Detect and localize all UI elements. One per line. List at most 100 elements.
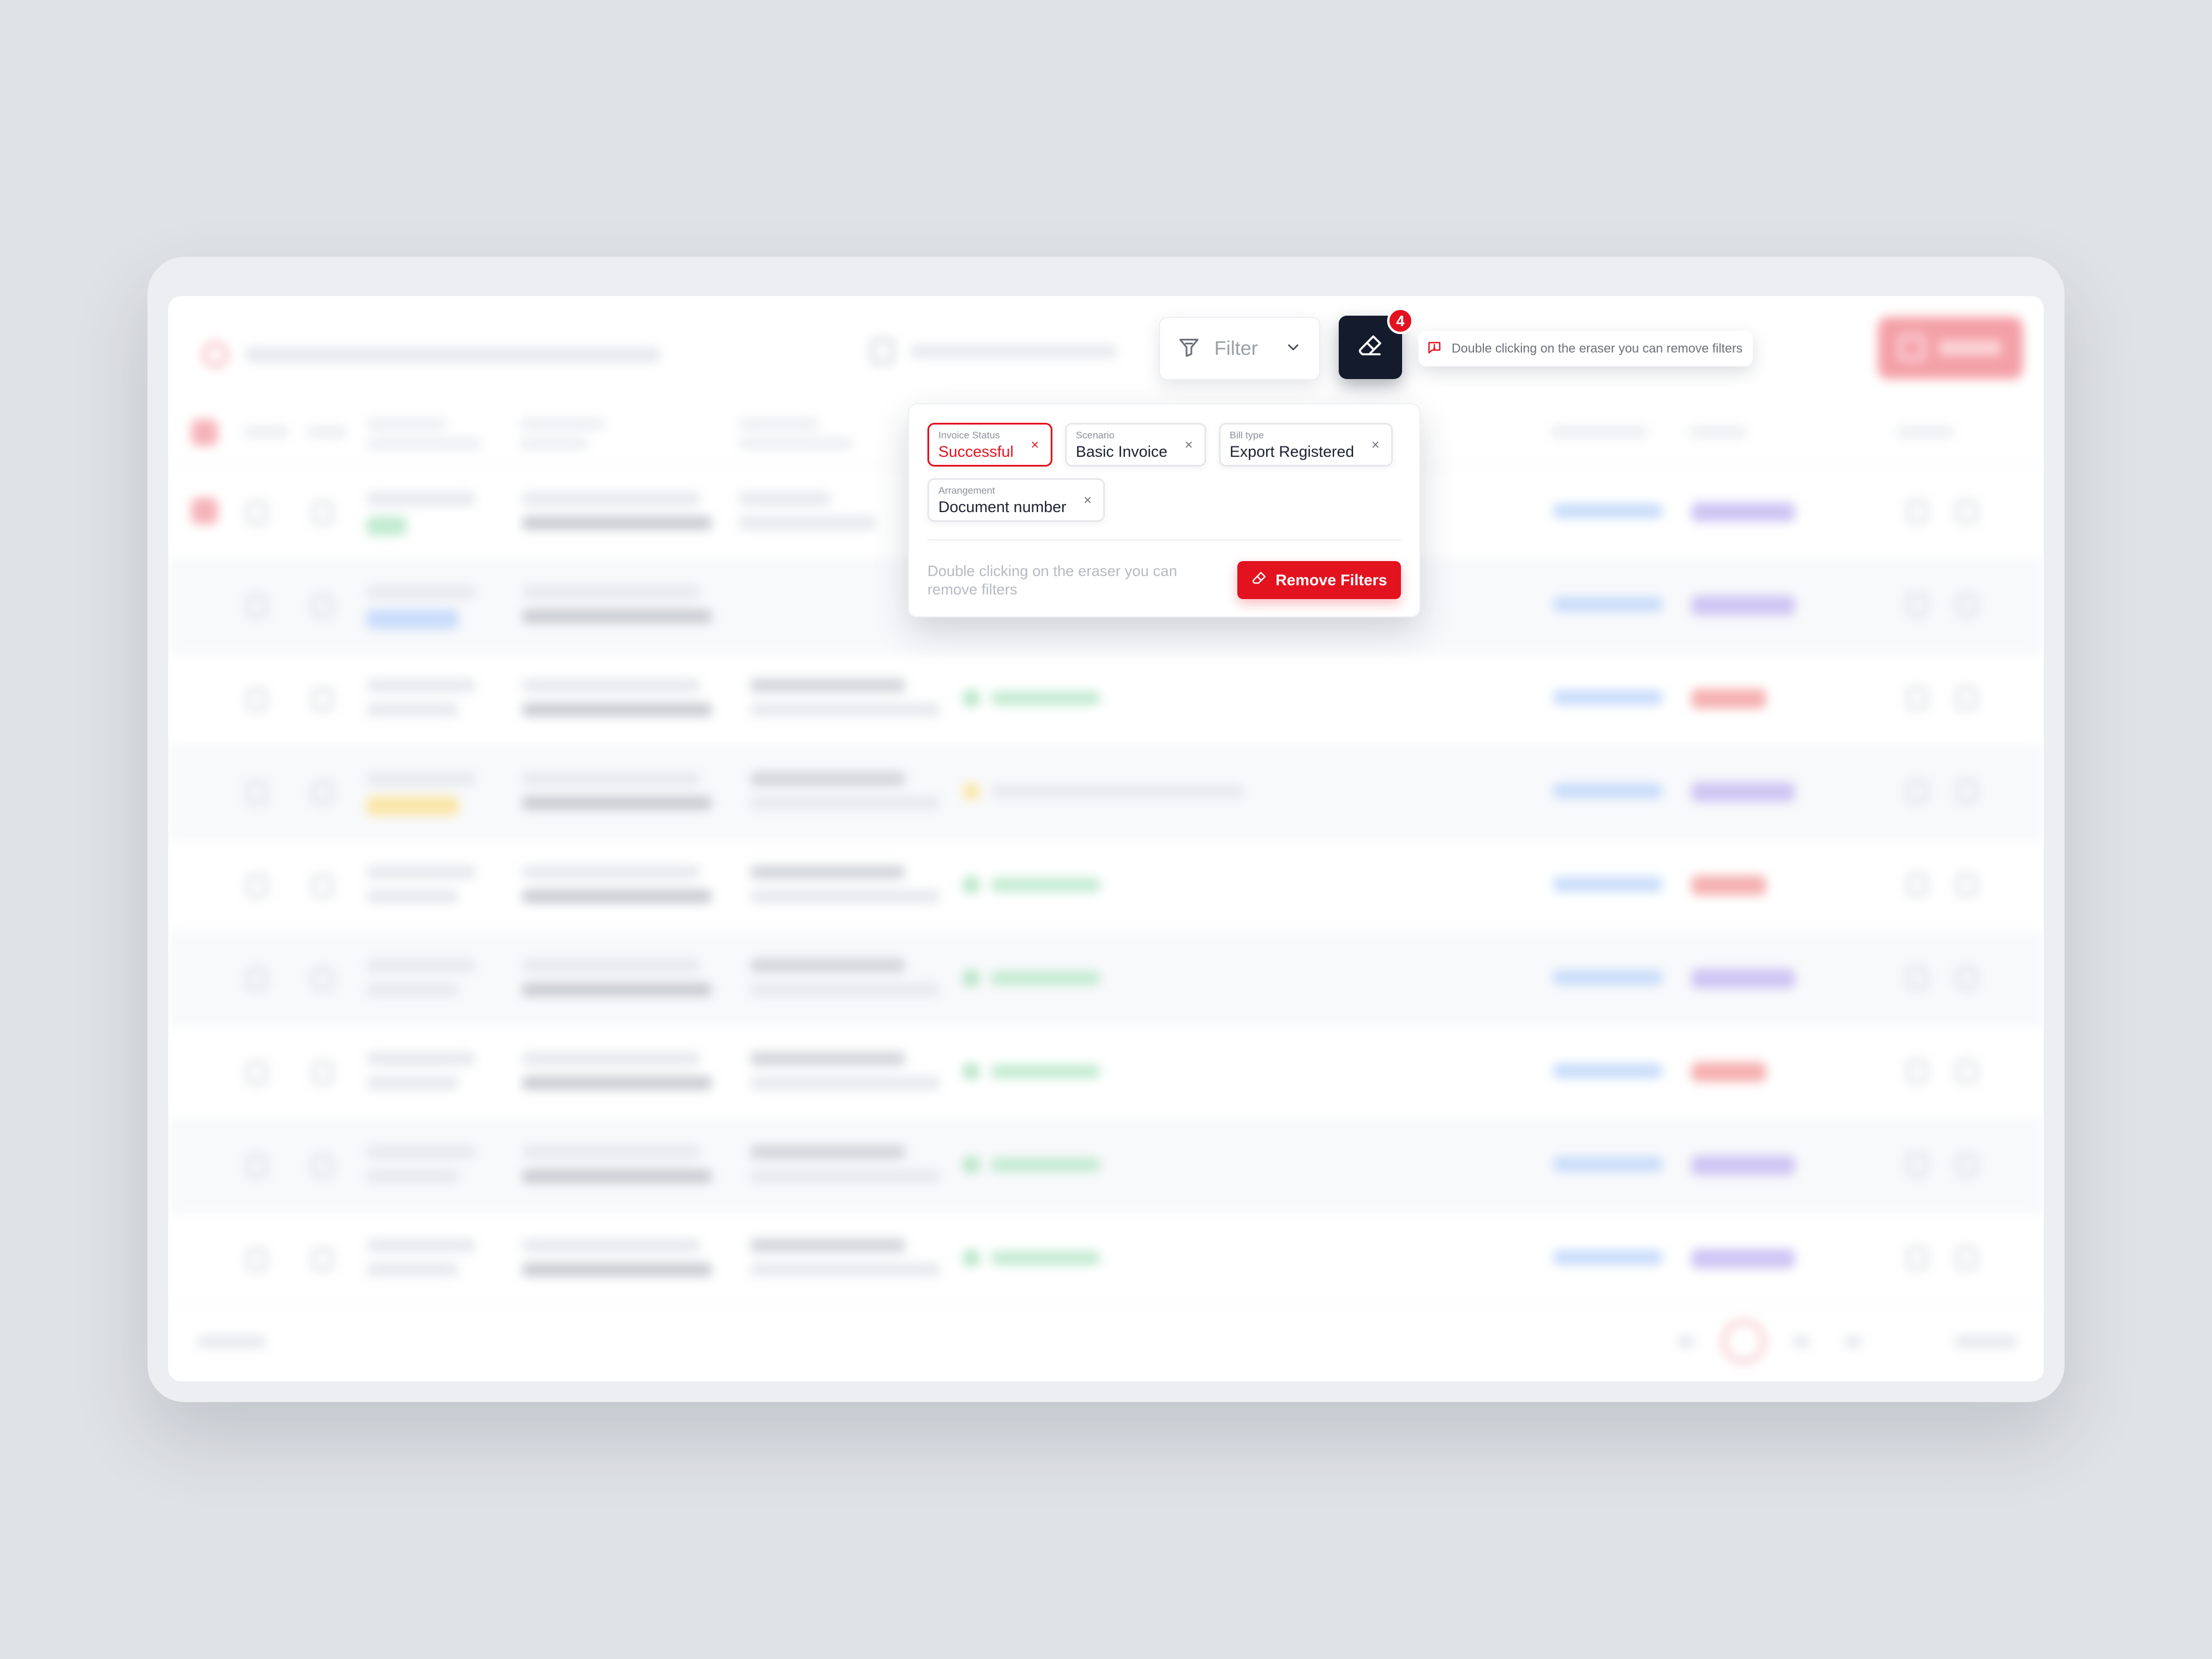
header-bar xyxy=(1896,426,1954,438)
filter-popover: Invoice Status Successful × Scenario Bas… xyxy=(908,403,1421,618)
cell-bar xyxy=(750,1076,940,1090)
action-icon xyxy=(1907,500,1927,523)
cell-bar xyxy=(522,585,700,599)
status-pill xyxy=(991,1065,1100,1078)
header-bar xyxy=(1551,426,1649,438)
chip-caption: Bill type xyxy=(1229,430,1264,441)
cell-bar xyxy=(522,1238,700,1252)
chip-value: Basic Invoice xyxy=(1075,443,1168,460)
cell-bar xyxy=(522,1145,700,1159)
doc-icon xyxy=(247,688,267,711)
chevron-down-icon xyxy=(1285,339,1302,359)
link-pill xyxy=(1553,783,1662,798)
action-icon xyxy=(1956,500,1977,523)
cell-bar xyxy=(522,1263,712,1277)
header-bar xyxy=(1689,426,1747,438)
type-pill xyxy=(1691,969,1795,988)
type-pill xyxy=(1691,1062,1766,1082)
link-pill xyxy=(1553,1250,1662,1265)
cell-bar xyxy=(522,983,712,997)
action-icon xyxy=(1956,967,1977,990)
cell-bar xyxy=(738,516,877,530)
action-icon xyxy=(1907,1153,1927,1176)
file-icon xyxy=(312,781,333,804)
cell-bar xyxy=(750,1145,906,1159)
link-pill xyxy=(1553,503,1662,518)
action-icon xyxy=(1956,873,1977,896)
table-row xyxy=(168,653,2044,747)
chip-value: Document number xyxy=(938,498,1067,516)
status-pill xyxy=(991,878,1100,892)
close-icon[interactable]: × xyxy=(1031,438,1039,452)
filter-chip-bill-type[interactable]: Bill type Export Registered × xyxy=(1218,423,1393,467)
file-icon xyxy=(312,1154,333,1177)
remove-filters-button[interactable]: Remove Filters xyxy=(1237,561,1401,599)
action-icon xyxy=(1907,1247,1927,1270)
cell-bar xyxy=(522,796,712,810)
cell-bar xyxy=(522,1052,700,1066)
export-label-bar xyxy=(1938,340,2002,355)
cell-bar xyxy=(366,983,459,997)
cell-bar xyxy=(366,1169,459,1183)
action-icon xyxy=(1907,780,1927,803)
action-icon xyxy=(1907,1060,1927,1083)
action-icon xyxy=(1956,593,1977,616)
file-icon xyxy=(312,594,333,618)
cell-bar xyxy=(522,1076,712,1090)
action-icon xyxy=(1956,687,1977,710)
chip-value: Successful xyxy=(938,443,1014,460)
link-pill xyxy=(1553,1063,1662,1078)
type-pill xyxy=(1691,689,1766,709)
cell-bar xyxy=(750,1052,906,1066)
file-icon xyxy=(312,1061,333,1084)
status-pill xyxy=(366,609,459,629)
date-range-bar xyxy=(910,344,1118,358)
cell-bar xyxy=(750,1238,906,1252)
status-pill xyxy=(366,516,407,536)
cell-bar xyxy=(750,772,906,786)
status-pill xyxy=(991,691,1100,705)
doc-icon xyxy=(247,1154,267,1177)
filter-funnel-icon xyxy=(1177,336,1200,362)
link-pill xyxy=(1553,690,1662,705)
doc-icon xyxy=(247,968,267,991)
eraser-icon xyxy=(1357,332,1384,363)
action-icon xyxy=(1956,1060,1977,1083)
close-icon[interactable]: × xyxy=(1084,494,1092,507)
page-bar xyxy=(1677,1335,1695,1348)
info-speech-icon xyxy=(1426,339,1442,358)
popover-divider xyxy=(927,539,1401,540)
close-icon[interactable]: × xyxy=(1185,438,1193,452)
filter-button[interactable]: Filter xyxy=(1159,317,1320,380)
search-icon xyxy=(203,342,228,368)
calendar-icon xyxy=(871,339,894,364)
header-bar xyxy=(738,438,854,449)
select-all-checkbox xyxy=(191,419,218,446)
chip-caption: Arrangement xyxy=(938,485,995,496)
date-range xyxy=(871,339,1118,364)
file-icon xyxy=(312,501,333,524)
filter-label: Filter xyxy=(1214,337,1258,359)
action-icon xyxy=(1956,1247,1977,1270)
filter-chip-scenario[interactable]: Scenario Basic Invoice × xyxy=(1065,423,1206,467)
cell-bar xyxy=(366,1263,459,1277)
action-icon xyxy=(1907,967,1927,990)
doc-icon xyxy=(247,501,267,524)
cell-bar xyxy=(366,959,476,972)
popover-hint: Double clicking on the eraser you can re… xyxy=(927,562,1177,598)
filter-chip-arrangement[interactable]: Arrangement Document number × xyxy=(927,478,1105,522)
status-pill xyxy=(991,1158,1100,1172)
cell-bar xyxy=(750,889,940,903)
doc-icon xyxy=(247,1061,267,1084)
filter-chip-invoice-status[interactable]: Invoice Status Successful × xyxy=(927,423,1052,467)
page-size-bar xyxy=(197,1335,266,1348)
status-dot xyxy=(963,1157,979,1173)
header-bar xyxy=(366,438,482,449)
doc-icon xyxy=(247,874,267,897)
cell-bar xyxy=(750,1263,940,1277)
close-icon[interactable]: × xyxy=(1372,438,1380,452)
type-pill xyxy=(1691,1249,1795,1268)
status-dot xyxy=(963,783,979,800)
type-pill xyxy=(1691,782,1795,802)
filter-count-badge: 4 xyxy=(1387,308,1414,334)
